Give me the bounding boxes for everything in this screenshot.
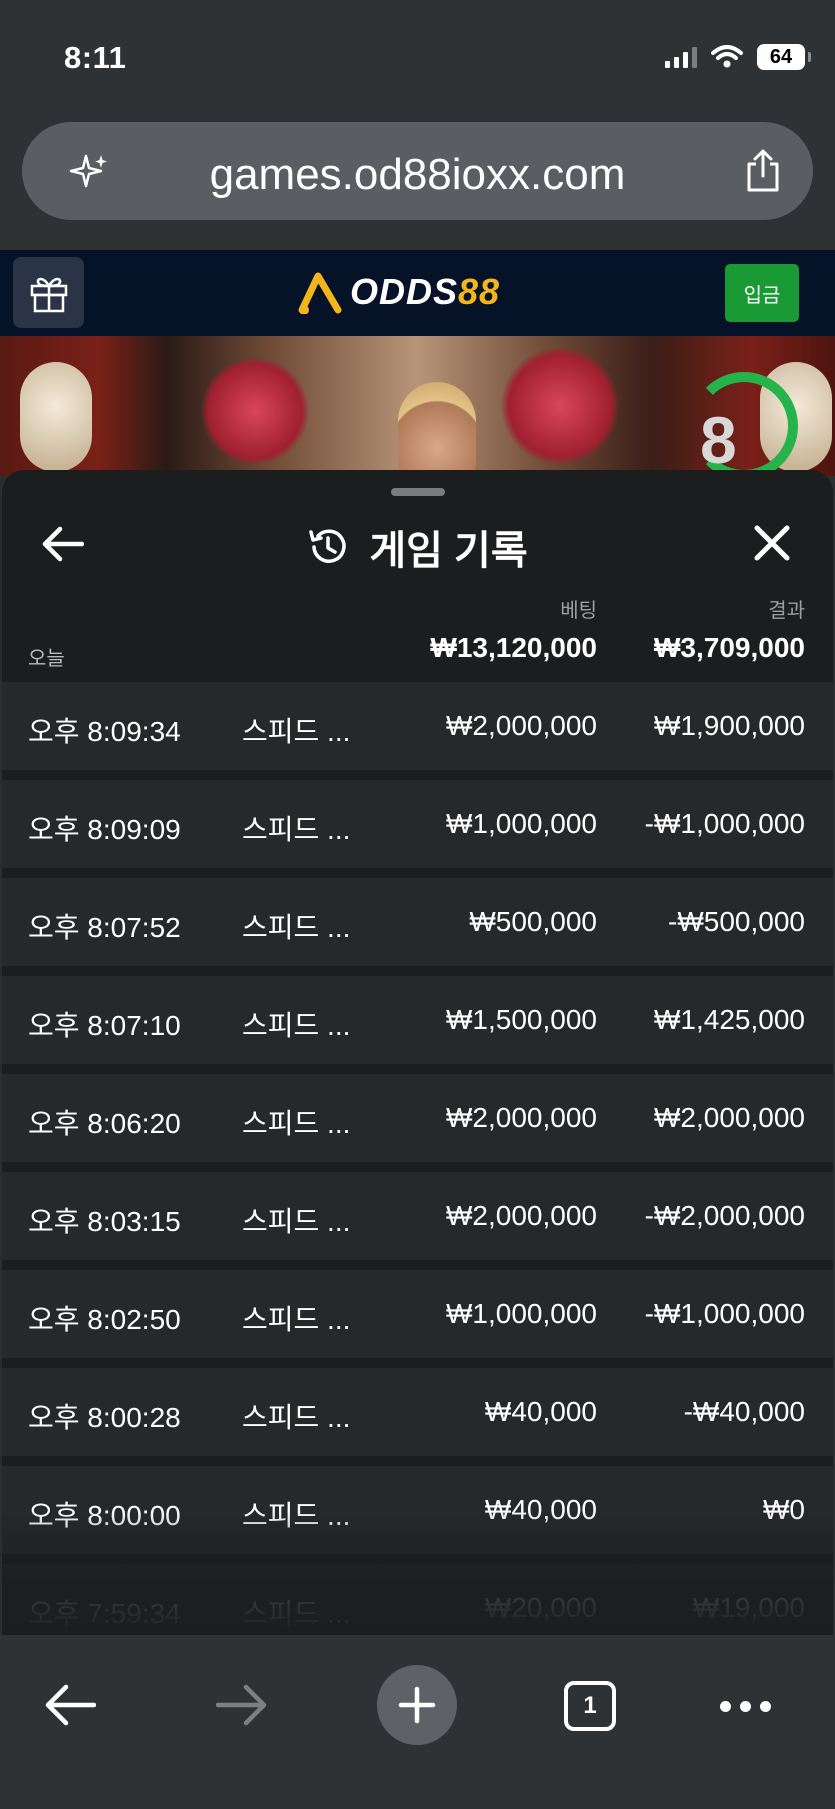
row-time: 오후 8:07:52: [28, 912, 181, 943]
history-row[interactable]: 오후 8:07:10 스피드 ... ₩1,500,000 ₩1,425,000: [2, 976, 833, 1064]
row-time: 오후 8:06:20: [28, 1108, 181, 1139]
row-time: 오후 7:59:34: [28, 1598, 181, 1629]
plus-icon: [398, 1686, 436, 1724]
forward-arrow-icon[interactable]: [216, 1683, 268, 1727]
column-header-bet: 베팅: [560, 600, 597, 622]
row-game: 스피드 ...: [242, 1304, 351, 1335]
row-game: 스피드 ...: [242, 1598, 351, 1629]
sheet-grabber[interactable]: [391, 488, 445, 496]
gift-button[interactable]: [13, 257, 84, 328]
history-row[interactable]: 오후 8:03:15 스피드 ... ₩2,000,000 -₩2,000,00…: [2, 1172, 833, 1260]
row-game: 스피드 ...: [242, 912, 351, 943]
row-bet: ₩2,000,000: [446, 710, 597, 741]
battery-indicator: 64: [757, 44, 811, 70]
row-result: -₩500,000: [668, 906, 805, 937]
total-result: ₩3,709,000: [654, 632, 805, 663]
row-bet: ₩1,000,000: [446, 808, 597, 839]
row-bet: ₩500,000: [469, 906, 597, 937]
blossom-decoration: [200, 356, 310, 466]
row-game: 스피드 ...: [242, 1108, 351, 1139]
status-icons: 64: [665, 44, 811, 70]
countdown-number: 8: [700, 403, 737, 476]
row-result: -₩2,000,000: [644, 1200, 805, 1231]
logo-number: 88: [458, 271, 501, 312]
logo-mark-icon: [298, 272, 342, 314]
row-bet: ₩2,000,000: [446, 1102, 597, 1133]
sheet-title-wrap: 게임 기록: [2, 518, 833, 576]
logo-text: ODDS: [350, 271, 459, 312]
history-row[interactable]: 오후 8:06:20 스피드 ... ₩2,000,000 ₩2,000,000: [2, 1074, 833, 1162]
status-bar: 8:11 64: [0, 0, 835, 110]
new-tab-button[interactable]: [377, 1665, 457, 1745]
row-bet: ₩40,000: [484, 1494, 597, 1525]
site-header: ODDS88 입금: [0, 250, 835, 336]
status-time: 8:11: [64, 40, 127, 75]
close-icon[interactable]: [753, 524, 791, 562]
row-result: -₩1,000,000: [644, 808, 805, 839]
row-game: 스피드 ...: [242, 1500, 351, 1531]
sheet-title: 게임 기록: [369, 529, 528, 573]
gift-icon: [30, 277, 67, 312]
game-history-sheet: 게임 기록 베팅 결과 오늘 ₩13,120,000 ₩3,709,000 오후…: [2, 470, 833, 1635]
row-game: 스피드 ...: [242, 716, 351, 747]
history-list: 오후 8:09:34 스피드 ... ₩2,000,000 ₩1,900,000…: [2, 682, 833, 1635]
share-icon[interactable]: [743, 148, 783, 194]
row-bet: ₩20,000: [484, 1592, 597, 1623]
url-text[interactable]: games.od88ioxx.com: [22, 150, 813, 200]
row-time: 오후 8:00:28: [28, 1402, 181, 1433]
row-game: 스피드 ...: [242, 1206, 351, 1237]
site-logo[interactable]: ODDS88: [298, 266, 500, 318]
row-game: 스피드 ...: [242, 1402, 351, 1433]
row-time: 오후 8:07:10: [28, 1010, 181, 1041]
row-time: 오후 8:09:09: [28, 814, 181, 845]
row-result: ₩2,000,000: [654, 1102, 805, 1133]
row-bet: ₩1,000,000: [446, 1298, 597, 1329]
live-video: 8: [0, 336, 835, 476]
wifi-icon: [711, 45, 743, 68]
column-header-result: 결과: [768, 600, 805, 622]
history-row[interactable]: 오후 7:59:34 스피드 ... ₩20,000 ₩19,000: [2, 1564, 833, 1635]
blossom-decoration: [500, 346, 620, 466]
row-time: 오후 8:09:34: [28, 716, 181, 747]
cellular-signal-icon: [665, 46, 697, 68]
row-bet: ₩40,000: [484, 1396, 597, 1427]
history-row[interactable]: 오후 8:07:52 스피드 ... ₩500,000 -₩500,000: [2, 878, 833, 966]
row-game: 스피드 ...: [242, 814, 351, 845]
lantern-left: [20, 362, 92, 472]
row-bet: ₩2,000,000: [446, 1200, 597, 1231]
row-result: ₩0: [763, 1494, 805, 1525]
more-icon[interactable]: [720, 1701, 771, 1712]
history-row[interactable]: 오후 8:00:28 스피드 ... ₩40,000 -₩40,000: [2, 1368, 833, 1456]
row-bet: ₩1,500,000: [446, 1004, 597, 1035]
history-row[interactable]: 오후 8:02:50 스피드 ... ₩1,000,000 -₩1,000,00…: [2, 1270, 833, 1358]
browser-toolbar: games.od88ioxx.com: [0, 110, 835, 250]
dealer-image: [398, 382, 476, 476]
address-bar[interactable]: games.od88ioxx.com: [22, 122, 813, 220]
row-time: 오후 8:02:50: [28, 1304, 181, 1335]
row-result: -₩1,000,000: [644, 1298, 805, 1329]
history-row[interactable]: 오후 8:09:34 스피드 ... ₩2,000,000 ₩1,900,000: [2, 682, 833, 770]
tabs-button[interactable]: 1: [564, 1681, 616, 1731]
history-row[interactable]: 오후 8:09:09 스피드 ... ₩1,000,000 -₩1,000,00…: [2, 780, 833, 868]
row-result: -₩40,000: [683, 1396, 805, 1427]
total-bet: ₩13,120,000: [430, 632, 597, 663]
row-result: ₩1,900,000: [654, 710, 805, 741]
history-icon: [309, 529, 347, 563]
back-arrow-icon[interactable]: [44, 1683, 96, 1727]
row-game: 스피드 ...: [242, 1010, 351, 1041]
row-time: 오후 8:03:15: [28, 1206, 181, 1237]
row-time: 오후 8:00:00: [28, 1500, 181, 1531]
date-group-label: 오늘: [28, 648, 65, 670]
row-result: ₩19,000: [692, 1592, 805, 1623]
browser-bottom-bar: 1: [0, 1635, 835, 1809]
deposit-button[interactable]: 입금: [725, 264, 799, 322]
history-row[interactable]: 오후 8:00:00 스피드 ... ₩40,000 ₩0: [2, 1466, 833, 1554]
sheet-header: 게임 기록: [2, 500, 833, 590]
row-result: ₩1,425,000: [654, 1004, 805, 1035]
